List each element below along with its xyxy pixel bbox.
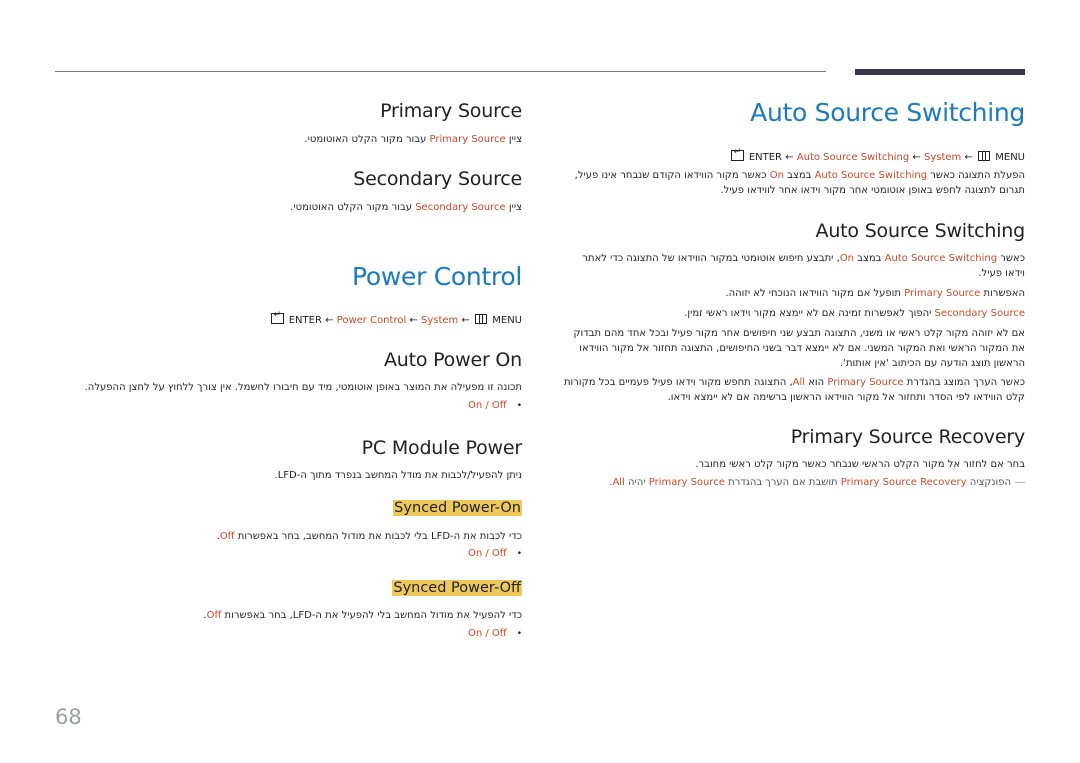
text: עבור מקור הקלט האוטומטי. (304, 134, 430, 145)
subheading-synced-power-off: Synced Power-Off (392, 580, 522, 596)
option-separator: / (482, 628, 492, 639)
section-title-auto-source-switching: Auto Source Switching (750, 98, 1025, 127)
term-auto-source-switching: Auto Source Switching (814, 170, 928, 181)
note-primary-source-recovery: ― הפונקציה Primary Source Recovery תושבת … (609, 477, 1025, 488)
option-separator: / (482, 400, 492, 411)
text: תופעל אם מקור הווידאו הנוכחי לא יזוהה. (725, 288, 905, 299)
subheading-primary-source: Primary Source (380, 100, 522, 122)
term-on: On (839, 253, 854, 264)
menu-grid-icon (475, 314, 488, 324)
option-off: Off (491, 628, 507, 639)
paragraph-synced-power-off: כדי להפעיל את מודול המחשב בלי להפעיל את … (203, 608, 522, 623)
text: כאשר מקור הווידאו הקודם שנבחר אינו פעיל, (574, 170, 770, 181)
subheading-pc-module-power: PC Module Power (361, 437, 523, 459)
term-primary-source-recovery: Primary Source Recovery (840, 477, 967, 488)
text: כדי להפעיל את מודול המחשב בלי להפעיל את … (221, 610, 522, 621)
path-enter: ENTER (288, 315, 322, 326)
text: הוא (805, 377, 828, 388)
option-off: Off (491, 400, 507, 411)
subheading-primary-source-recovery: Primary Source Recovery (790, 426, 1025, 448)
text: כאשר הערך המוצג בהגדרת (903, 377, 1025, 388)
paragraph-no-signal: אם לא יזוהה מקור קלט ראשי או משני, התצוג… (573, 328, 1025, 369)
subheading-auto-power-on: Auto Power On (383, 349, 522, 371)
path-menu: MENU (995, 152, 1025, 163)
paragraph-primary-source: ציין Primary Source עבור מקור הקלט האוטו… (304, 132, 522, 147)
enter-key-icon (730, 147, 744, 161)
intro-paragraph-line1: הפעלת התצוגה כאשר Auto Source Switching … (575, 168, 1025, 183)
option-on: On (467, 400, 483, 411)
path-item-auto-source-switching: Auto Source Switching (796, 152, 910, 163)
path-arrow: ← (461, 315, 470, 326)
menu-path: ENTER ← Auto Source Switching ← System ←… (730, 147, 1025, 163)
option-synced-power-off: • On / Off (468, 628, 522, 639)
bullet-dot-icon: • (516, 401, 522, 411)
chapter-marker-bar (855, 69, 1025, 75)
text: יהפוך לאפשרות זמינה אם לא יימצא מקור ויד… (684, 308, 935, 319)
paragraph-primary-source-recovery: בחר אם לחזור אל מקור הקלט הראשי שנבחר כא… (695, 459, 1025, 470)
text: תושבת אם הערך בהגדרת (724, 477, 841, 488)
paragraph-secondary-source: ציין Secondary Source עבור מקור הקלט האו… (290, 200, 522, 215)
path-arrow: ← (964, 152, 973, 163)
bullet-dot-icon: • (516, 629, 522, 639)
paragraph-synced-power-on: כדי לכבות את ה-LFD בלי לכבות את מודול המ… (217, 529, 522, 544)
path-item-power-control: Power Control (336, 315, 407, 326)
paragraph-auto-source-on: כאשר Auto Source Switching במצב On, יתבצ… (560, 251, 1025, 281)
text: האפשרות (980, 288, 1026, 299)
path-arrow: ← (325, 315, 334, 326)
bullet-dot-icon: • (516, 549, 522, 559)
header-rule (55, 71, 826, 72)
text: הפעלת התצוגה כאשר (927, 170, 1025, 181)
text: יהיה (624, 477, 649, 488)
term-on: On (769, 170, 784, 181)
path-menu: MENU (492, 315, 522, 326)
option-separator: / (482, 548, 492, 559)
paragraph-secondary-source: Secondary Source יהפוך לאפשרות זמינה אם … (684, 306, 1025, 321)
term-primary-source: Primary Source (429, 134, 506, 145)
text: ציין (505, 202, 522, 213)
text: ציין (505, 134, 522, 145)
term-secondary-source: Secondary Source (934, 308, 1025, 319)
text: הפונקציה (966, 477, 1011, 488)
term-all: All (792, 377, 806, 388)
section-title-power-control: Power Control (351, 262, 522, 291)
paragraph-auto-power-on: תכונה זו מפעילה את המוצר באופן אוטומטי, … (84, 382, 522, 393)
term-auto-source-switching: Auto Source Switching (884, 253, 998, 264)
text: עבור מקור הקלט האוטומטי. (290, 202, 416, 213)
option-synced-power-on: • On / Off (468, 548, 522, 559)
path-arrow: ← (912, 152, 921, 163)
path-arrow: ← (785, 152, 794, 163)
paragraph-primary-all: כאשר הערך המוצג בהגדרת Primary Source הו… (560, 375, 1025, 405)
menu-grid-icon (978, 151, 991, 161)
term-primary-source: Primary Source (648, 477, 725, 488)
term-all: All (612, 477, 625, 488)
option-on: On (467, 548, 483, 559)
intro-paragraph-line2: תגרום לתצוגה לחפש באופן אוטומטי אחר מקור… (720, 185, 1025, 196)
text: כאשר (997, 253, 1025, 264)
subheading-synced-power-on: Synced Power-On (393, 500, 522, 516)
path-item-system: System (924, 152, 962, 163)
option-on: On (467, 628, 483, 639)
term-off: Off (219, 531, 235, 542)
path-enter: ENTER (748, 152, 783, 163)
menu-path: ENTER ← Power Control ← System ← MENU (270, 310, 522, 326)
enter-key-icon (270, 310, 284, 324)
term-secondary-source: Secondary Source (415, 202, 506, 213)
text: במצב (783, 170, 815, 181)
term-primary-source: Primary Source (904, 288, 981, 299)
term-off: Off (206, 610, 222, 621)
path-item-system: System (421, 315, 459, 326)
paragraph-primary-source: האפשרות Primary Source תופעל אם מקור הוו… (725, 286, 1025, 301)
paragraph-pc-module-power: ניתן להפעיל/לכבות את מודל המחשב בנפרד מת… (274, 470, 522, 481)
text: כדי לכבות את ה-LFD בלי לכבות את מודול המ… (234, 531, 522, 542)
text: במצב (854, 253, 885, 264)
subheading-auto-source-switching: Auto Source Switching (815, 220, 1026, 242)
option-off: Off (491, 548, 507, 559)
term-primary-source: Primary Source (827, 377, 904, 388)
path-arrow: ← (409, 315, 418, 326)
option-auto-power-on: • On / Off (468, 400, 522, 411)
note-dash-icon: ― (1015, 477, 1025, 488)
subheading-secondary-source: Secondary Source (353, 168, 522, 190)
page-number: 68 (55, 705, 82, 729)
